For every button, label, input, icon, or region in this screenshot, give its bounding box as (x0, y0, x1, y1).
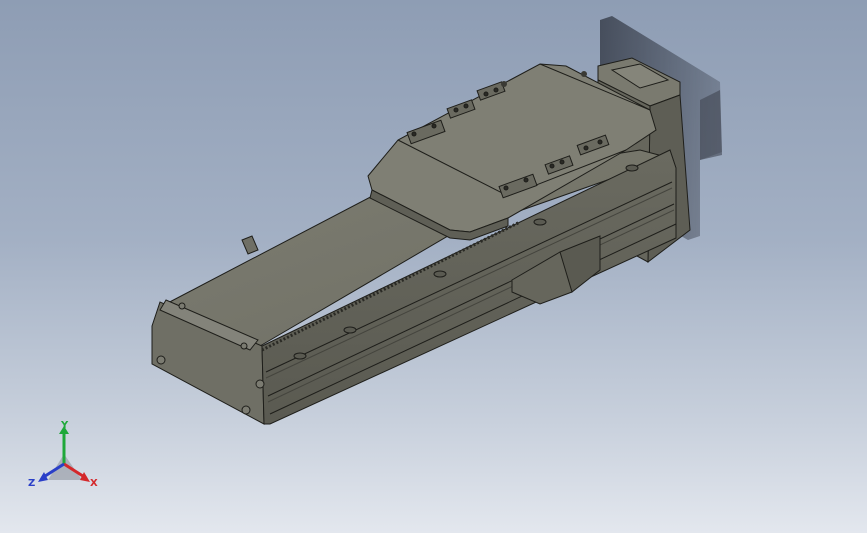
x-axis-label: X (90, 478, 98, 489)
linear-actuator-model[interactable] (0, 0, 867, 533)
z-axis-label: Z (28, 478, 35, 489)
y-axis-label: Y (60, 420, 69, 431)
view-orientation-triad[interactable]: Y X Z (24, 418, 104, 492)
graphics-viewport[interactable]: Y X Z (0, 0, 867, 533)
